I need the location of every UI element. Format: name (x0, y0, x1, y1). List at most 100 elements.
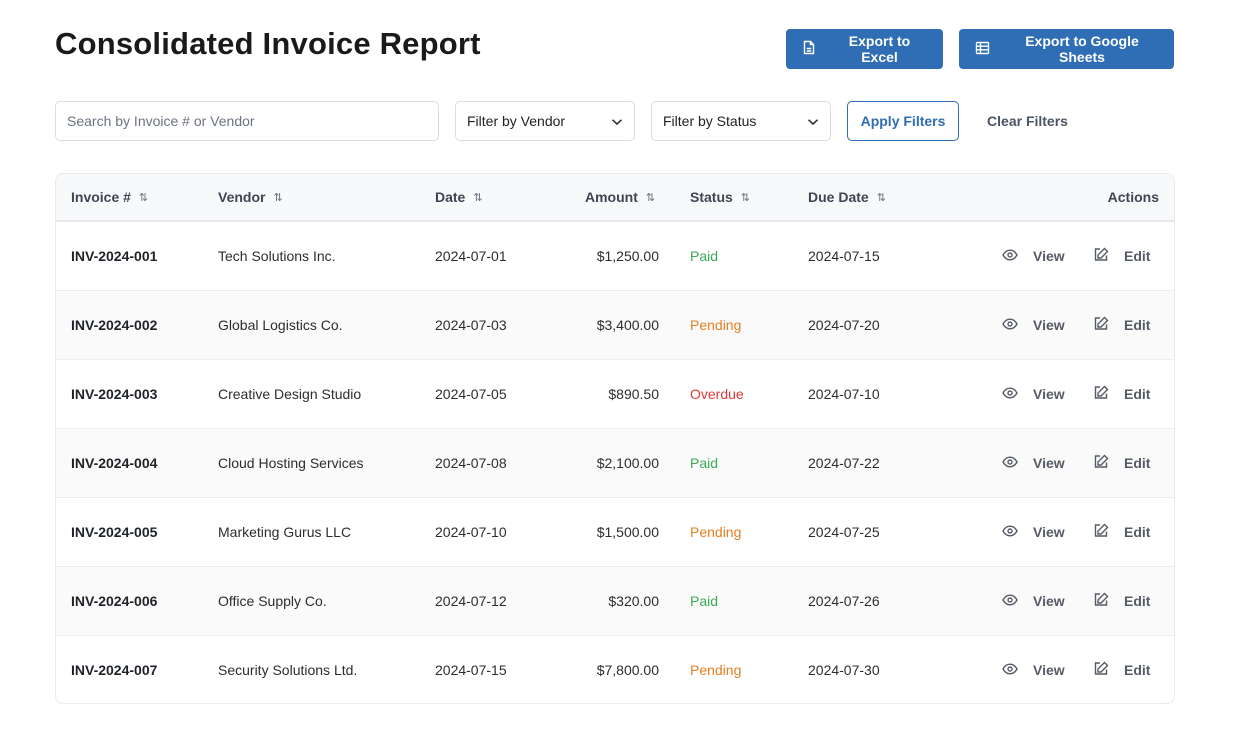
edit-button[interactable]: Edit (1094, 567, 1150, 635)
edit-icon (1094, 454, 1124, 472)
table-row: INV-2024-003 Creative Design Studio 2024… (56, 360, 1174, 429)
column-header-status[interactable]: Status ⇅ (690, 174, 750, 220)
edit-button[interactable]: Edit (1094, 222, 1150, 290)
column-header-amount[interactable]: Amount ⇅ (585, 174, 655, 220)
column-header-invoice[interactable]: Invoice # ⇅ (71, 174, 148, 220)
eye-icon (1002, 248, 1033, 264)
invoice-number: INV-2024-004 (71, 455, 158, 471)
vendor-name: Creative Design Studio (218, 386, 362, 402)
eye-icon (1002, 593, 1033, 609)
invoice-date: 2024-07-15 (435, 662, 507, 678)
table-row: INV-2024-002 Global Logistics Co. 2024-0… (56, 291, 1174, 360)
clear-filters-button[interactable]: Clear Filters (975, 101, 1080, 141)
edit-button[interactable]: Edit (1094, 636, 1150, 703)
eye-icon (1002, 317, 1033, 333)
vendor-name: Cloud Hosting Services (218, 455, 364, 471)
invoice-date: 2024-07-12 (435, 593, 507, 609)
edit-icon (1094, 523, 1124, 541)
status-badge: Pending (690, 524, 742, 540)
view-button[interactable]: View (1002, 291, 1065, 359)
due-date: 2024-07-30 (808, 662, 880, 678)
invoice-number: INV-2024-007 (71, 662, 158, 678)
due-date: 2024-07-15 (808, 248, 880, 264)
sort-icon: ⇅ (473, 191, 483, 204)
status-badge: Paid (690, 248, 719, 264)
due-date: 2024-07-25 (808, 524, 880, 540)
eye-icon (1002, 455, 1033, 471)
view-button[interactable]: View (1002, 636, 1065, 703)
vendor-name: Marketing Gurus LLC (218, 524, 352, 540)
invoice-number: INV-2024-006 (71, 593, 158, 609)
vendor-name: Office Supply Co. (218, 593, 327, 609)
table-row: INV-2024-001 Tech Solutions Inc. 2024-07… (56, 222, 1174, 291)
edit-button[interactable]: Edit (1094, 429, 1150, 497)
invoice-number: INV-2024-003 (71, 386, 158, 402)
column-header-actions: Actions (1107, 189, 1159, 205)
invoice-amount: $1,500.00 (596, 524, 659, 540)
due-date: 2024-07-22 (808, 455, 880, 471)
edit-icon (1094, 661, 1124, 679)
vendor-name: Tech Solutions Inc. (218, 248, 336, 264)
due-date: 2024-07-20 (808, 317, 880, 333)
view-button[interactable]: View (1002, 567, 1065, 635)
eye-icon (1002, 662, 1033, 678)
view-button[interactable]: View (1002, 222, 1065, 290)
table-row: INV-2024-006 Office Supply Co. 2024-07-1… (56, 567, 1174, 636)
invoice-date: 2024-07-03 (435, 317, 507, 333)
invoice-date: 2024-07-08 (435, 455, 507, 471)
edit-button[interactable]: Edit (1094, 498, 1150, 566)
page-title: Consolidated Invoice Report (55, 26, 481, 61)
export-google-sheets-button[interactable]: Export to Google Sheets (959, 29, 1174, 69)
export-excel-label: Export to Excel (848, 33, 911, 65)
status-badge: Pending (690, 662, 742, 678)
invoice-number: INV-2024-002 (71, 317, 158, 333)
status-badge: Overdue (690, 386, 744, 402)
invoice-table: Invoice # ⇅ Vendor ⇅ Date ⇅ Amount ⇅ Status ⇅… (55, 173, 1175, 704)
search-input[interactable] (55, 101, 439, 141)
due-date: 2024-07-10 (808, 386, 880, 402)
status-badge: Paid (690, 593, 719, 609)
eye-icon (1002, 524, 1033, 540)
column-header-due-date[interactable]: Due Date ⇅ (808, 174, 886, 220)
invoice-amount: $1,250.00 (596, 248, 659, 264)
status-badge: Pending (690, 317, 742, 333)
invoice-number: INV-2024-001 (71, 248, 158, 264)
due-date: 2024-07-26 (808, 593, 880, 609)
chevron-down-icon (807, 113, 819, 129)
apply-filters-button[interactable]: Apply Filters (847, 101, 959, 141)
table-row: INV-2024-007 Security Solutions Ltd. 202… (56, 636, 1174, 703)
column-header-vendor[interactable]: Vendor ⇅ (218, 174, 283, 220)
edit-icon (1094, 592, 1124, 610)
view-button[interactable]: View (1002, 360, 1065, 428)
status-filter-select[interactable]: Filter by Status (651, 101, 831, 141)
sort-icon: ⇅ (645, 191, 656, 204)
table-header: Invoice # ⇅ Vendor ⇅ Date ⇅ Amount ⇅ Status ⇅… (56, 174, 1174, 222)
column-header-date[interactable]: Date ⇅ (435, 174, 483, 220)
export-excel-button[interactable]: Export to Excel (786, 29, 943, 69)
chevron-down-icon (611, 113, 623, 129)
eye-icon (1002, 386, 1033, 402)
invoice-amount: $2,100.00 (596, 455, 659, 471)
invoice-date: 2024-07-05 (435, 386, 507, 402)
status-badge: Paid (690, 455, 719, 471)
invoice-amount: $890.50 (608, 386, 659, 402)
edit-icon (1094, 247, 1124, 265)
invoice-date: 2024-07-01 (435, 248, 507, 264)
vendor-filter-value: Filter by Vendor (467, 113, 566, 129)
edit-button[interactable]: Edit (1094, 360, 1150, 428)
table-row: INV-2024-004 Cloud Hosting Services 2024… (56, 429, 1174, 498)
table-row: INV-2024-005 Marketing Gurus LLC 2024-07… (56, 498, 1174, 567)
status-filter-value: Filter by Status (663, 113, 757, 129)
spreadsheet-grid-icon (975, 41, 1006, 58)
edit-button[interactable]: Edit (1094, 291, 1150, 359)
table-body: INV-2024-001 Tech Solutions Inc. 2024-07… (56, 222, 1174, 703)
invoice-amount: $7,800.00 (596, 662, 659, 678)
document-icon (802, 40, 832, 58)
invoice-date: 2024-07-10 (435, 524, 507, 540)
view-button[interactable]: View (1002, 429, 1065, 497)
invoice-number: INV-2024-005 (71, 524, 158, 540)
vendor-filter-select[interactable]: Filter by Vendor (455, 101, 635, 141)
sort-icon: ⇅ (740, 191, 751, 204)
vendor-name: Global Logistics Co. (218, 317, 343, 333)
view-button[interactable]: View (1002, 498, 1065, 566)
